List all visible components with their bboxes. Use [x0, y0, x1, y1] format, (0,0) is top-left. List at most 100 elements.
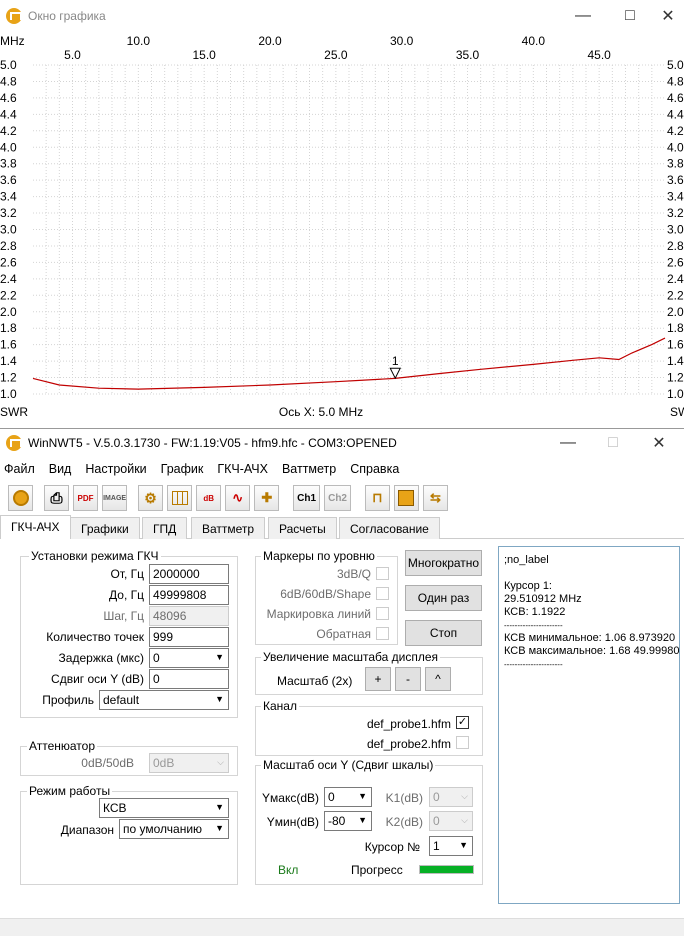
ch2-icon: Ch2 [328, 492, 347, 504]
status-bar [0, 918, 684, 936]
pdf-icon: PDF [77, 493, 94, 503]
menu-view[interactable]: Вид [49, 462, 72, 476]
range-select[interactable]: по умолчанию [119, 819, 229, 839]
x-tick-label: 40.0 [522, 34, 546, 48]
x-tick-label: 15.0 [192, 48, 216, 62]
tab-matching[interactable]: Согласование [339, 517, 440, 539]
cursor-select[interactable]: 1 [429, 836, 473, 856]
y-tick-label-left: 1.0 [0, 387, 17, 401]
maximize-button[interactable]: □ [607, 0, 653, 32]
y-tick-label-left: 3.0 [0, 223, 17, 237]
toolbar: ⎙ PDF IMAGE ⚙ dB ∿ ✚ Ch1 Ch2 ⊓ ⇆ [8, 483, 448, 513]
zoom-reset-button[interactable]: ^ [425, 667, 451, 691]
menu-gkch[interactable]: ГКЧ-АЧХ [217, 462, 268, 476]
y-unit-label-left: SWR [0, 405, 28, 419]
stop-button[interactable]: Стоп [405, 620, 482, 646]
y-tick-label-right: 4.4 [667, 107, 684, 121]
info-panel[interactable]: ;no_label Курсор 1: 29.510912 MHz КСВ: 1… [498, 546, 680, 904]
probe1-checkbox[interactable]: ✓ [456, 716, 469, 729]
y-tick-label-right: 1.6 [667, 338, 684, 352]
level-markers-title: Маркеры по уровню [261, 549, 377, 563]
x-tick-label: 45.0 [587, 48, 611, 62]
swap-icon: ⇆ [430, 490, 441, 505]
gkch-settings-title: Установки режима ГКЧ [29, 549, 161, 563]
display-scale-label: Масштаб (2x) [277, 674, 353, 688]
mode-select[interactable]: КСВ [99, 798, 229, 818]
marker-lines-label: Маркировка линий [266, 607, 371, 621]
tab-graphs[interactable]: Графики [70, 517, 140, 539]
info-swr-max: КСВ максимальное: 1.68 49.99980 [504, 645, 680, 657]
x-tick-label: 10.0 [127, 34, 151, 48]
power-button[interactable] [8, 485, 34, 511]
close-button[interactable]: ✕ [636, 429, 682, 457]
print-button[interactable]: ⎙ [43, 485, 69, 511]
maximize-button[interactable]: □ [590, 429, 636, 457]
image-button[interactable]: IMAGE [102, 485, 128, 511]
channel-title: Канал [261, 699, 299, 713]
zoom-in-button[interactable]: + [365, 667, 391, 691]
close-button[interactable]: ✕ [652, 0, 684, 32]
step-input: 48096 [149, 606, 229, 626]
ymax-select[interactable]: 0 [324, 787, 372, 807]
swr-chart[interactable]: 5.0 5.0 4.8 4.8 4.6 4.6 4.4 4.4 4.2 4.2 4.0 4.0 3.8 3… [0, 32, 684, 424]
minimize-button[interactable]: — [560, 0, 606, 32]
menu-help[interactable]: Справка [350, 462, 399, 476]
progress-bar-fill [420, 866, 473, 873]
power-on-label: Вкл [278, 863, 299, 877]
cursor-marker [389, 367, 402, 380]
to-input[interactable]: 49999808 [149, 585, 229, 605]
tab-calculations[interactable]: Расчеты [268, 517, 337, 539]
tab-wattmeter[interactable]: Ваттметр [191, 517, 266, 539]
y-tick-label-right: 2.8 [667, 239, 684, 253]
menu-settings[interactable]: Настройки [85, 462, 146, 476]
ch1-icon: Ch1 [297, 492, 317, 504]
cursor-label: Курсор № [364, 840, 420, 854]
app-logo-icon [6, 8, 22, 24]
menu-graph[interactable]: График [161, 462, 204, 476]
tab-gkch[interactable]: ГКЧ-АЧХ [0, 515, 71, 539]
grid-button[interactable] [167, 485, 193, 511]
channel1-button[interactable]: Ch1 [293, 485, 321, 511]
y-tick-label-right: 4.2 [667, 124, 684, 138]
y-tick-label-left: 4.2 [0, 124, 17, 138]
yshift-input[interactable]: 0 [149, 669, 229, 689]
calibrate-button[interactable]: ✚ [254, 485, 280, 511]
main-window: WinNWT5 - V.5.0.3.1730 - FW:1.19:V05 - h… [0, 428, 684, 936]
points-input[interactable]: 999 [149, 627, 229, 647]
y-tick-label-right: 3.0 [667, 223, 684, 237]
power-icon [12, 490, 29, 506]
pdf-button[interactable]: PDF [73, 485, 99, 511]
points-label: Количество точек [46, 630, 144, 644]
channel2-button[interactable]: Ch2 [324, 485, 352, 511]
info-cursor-frequency: 29.510912 MHz [504, 593, 582, 605]
menu-wattmeter[interactable]: Ваттметр [282, 462, 336, 476]
y-tick-label-left: 3.6 [0, 173, 17, 187]
wave-button[interactable]: ∿ [225, 485, 251, 511]
tab-strip: ГКЧ-АЧХ Графики ГПД Ваттметр Расчеты Сог… [0, 515, 684, 539]
save-button[interactable] [393, 485, 419, 511]
tools-button[interactable]: ⚙ [138, 485, 164, 511]
swap-button[interactable]: ⇆ [422, 485, 448, 511]
menu-file[interactable]: Файл [4, 462, 35, 476]
range-label: Диапазон [60, 823, 114, 837]
tab-gpd[interactable]: ГПД [142, 517, 188, 539]
probe2-checkbox[interactable] [456, 736, 469, 749]
info-cursor-title: Курсор 1: [504, 580, 552, 592]
graph-window-title: Окно графика [28, 9, 106, 23]
profile-select[interactable]: default [99, 690, 229, 710]
minimize-button[interactable]: — [545, 429, 591, 457]
marker-3db-label: 3dB/Q [336, 567, 371, 581]
y-tick-label-left: 2.2 [0, 288, 17, 302]
y-tick-label-right: 1.8 [667, 321, 684, 335]
repeat-sweep-button[interactable]: Многократно [405, 550, 482, 576]
sweep-button[interactable]: ⊓ [364, 485, 390, 511]
ymax-label: Yмакс(dB) [262, 791, 319, 805]
ymin-select[interactable]: -80 [324, 811, 372, 831]
y-tick-label-right: 4.6 [667, 91, 684, 105]
from-input[interactable]: 2000000 [149, 564, 229, 584]
x-tick-label: 5.0 [64, 48, 81, 62]
db-button[interactable]: dB [196, 485, 222, 511]
single-sweep-button[interactable]: Один раз [405, 585, 482, 611]
delay-select[interactable]: 0 [149, 648, 229, 668]
zoom-out-button[interactable]: - [395, 667, 421, 691]
